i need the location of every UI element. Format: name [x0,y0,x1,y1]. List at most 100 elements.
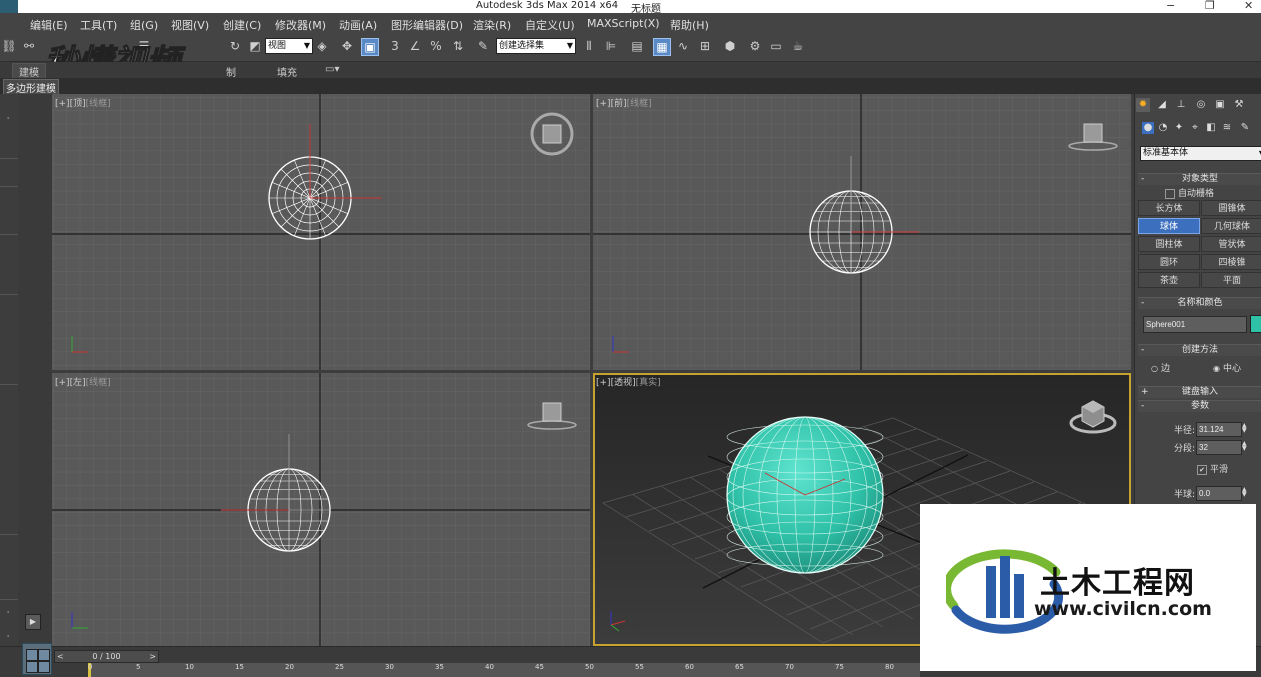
sphere-shaded-perspective[interactable] [726,416,884,574]
autogrid-checkbox[interactable]: 自动栅格 [1165,186,1214,199]
viewport-shading[interactable]: [线框] [86,378,111,388]
ribbon-tab-populate[interactable]: 填充 [277,64,297,79]
teapot-button[interactable]: 茶壶 [1138,272,1200,288]
object-color-swatch[interactable] [1250,315,1261,333]
ribbon-options-icon[interactable]: ▭▾ [325,64,339,75]
edit-named-selection-icon[interactable]: ✎ [475,38,491,54]
menu-create[interactable]: 创建(C) [223,17,261,33]
reference-coord-dropdown[interactable]: 视图 ▼ [265,38,313,54]
box-button[interactable]: 长方体 [1138,200,1200,216]
mirror-icon[interactable]: ⫴ [581,38,597,54]
time-slider[interactable]: < 0 / 100 > [54,650,159,663]
viewport-shading[interactable]: [线框] [86,99,111,109]
viewport-perspective-label[interactable]: [+][透视][真实] [596,375,661,388]
sphere-button[interactable]: 球体 [1138,218,1200,234]
viewport-menu-plus[interactable]: [+] [55,99,70,109]
pivot-center-icon[interactable]: ◈ [314,38,330,54]
app-icon[interactable] [0,0,18,13]
hemisphere-input[interactable] [1196,486,1242,501]
play-icon[interactable]: ▶ [25,614,41,630]
segments-input[interactable] [1196,440,1242,455]
torus-button[interactable]: 圆环 [1138,254,1200,270]
viewport-shading[interactable]: [真实] [636,378,661,388]
menu-customize[interactable]: 自定义(U) [525,17,575,33]
menu-tools[interactable]: 工具(T) [80,17,117,33]
viewport-menu-plus[interactable]: [+] [596,378,611,388]
link-icon[interactable]: ⛓ [1,38,17,54]
percent-snap-icon[interactable]: % [428,38,444,54]
motion-tab-icon[interactable]: ◎ [1194,98,1208,112]
named-selection-dropdown[interactable]: 创建选择集 ▼ [496,38,576,54]
rollout-keyboard-entry[interactable]: + 键盘输入 [1138,386,1261,398]
menu-animation[interactable]: 动画(A) [339,17,377,33]
material-editor-icon[interactable]: ⬢ [722,38,738,54]
menu-help[interactable]: 帮助(H) [670,17,709,33]
systems-icon[interactable]: ✎ [1239,122,1251,134]
angle-snap-icon[interactable]: ∠ [407,38,423,54]
spinner-snap-icon[interactable]: ⇅ [450,38,466,54]
viewport-name[interactable]: [前] [611,99,627,109]
spacewarps-icon[interactable]: ≋ [1221,122,1233,134]
render-teapot-icon[interactable]: ☕ [790,38,806,54]
method-edge-radio[interactable]: ○ 边 [1151,361,1170,374]
ribbon-tab-paint[interactable]: 制 [226,64,236,79]
render-setup-icon[interactable]: ⚙ [747,38,763,54]
modify-tab-icon[interactable]: ◢ [1155,98,1169,112]
helpers-icon[interactable]: ◧ [1205,122,1217,134]
select-manipulate-icon[interactable]: ▣ [361,38,379,56]
viewport-left-label[interactable]: [+][左][线框] [55,375,111,388]
snap-3d-icon[interactable]: 3 [387,38,403,54]
curve-editor-icon[interactable]: ∿ [675,38,691,54]
cone-button[interactable]: 圆锥体 [1201,200,1261,216]
menu-maxscript[interactable]: MAXScript(X) [587,17,660,30]
smooth-checkbox[interactable]: ✔ 平滑 [1197,462,1228,475]
close-button[interactable]: ✕ [1244,0,1253,12]
track-bar[interactable]: 0 5 10 15 20 25 30 35 40 45 50 55 60 65 … [88,663,920,677]
segments-spinner[interactable]: ▲ ▼ [1242,441,1247,452]
unlink-icon[interactable]: ⚯ [21,38,37,54]
rendered-frame-icon[interactable]: ▭ [768,38,784,54]
menu-edit[interactable]: 编辑(E) [30,17,68,33]
method-center-radio[interactable]: ◉ 中心 [1213,361,1241,374]
menu-group[interactable]: 组(G) [130,17,158,33]
viewport-menu-plus[interactable]: [+] [596,99,611,109]
geometry-icon[interactable]: ● [1142,122,1154,134]
schematic-view-icon[interactable]: ⊞ [697,38,713,54]
menu-rendering[interactable]: 渲染(R) [473,17,511,33]
lights-icon[interactable]: ✦ [1173,122,1185,134]
viewport-front-label[interactable]: [+][前][线框] [596,96,652,109]
rollout-object-type[interactable]: - 对象类型 [1138,173,1261,185]
prev-frame-icon[interactable]: < [57,651,64,662]
plane-button[interactable]: 平面 [1201,272,1261,288]
move-icon[interactable]: ✥ [339,38,355,54]
create-tab-icon[interactable]: ✹ [1136,98,1150,112]
viewport-top[interactable]: [+][顶][线框] [52,94,590,370]
menu-modifiers[interactable]: 修改器(M) [275,17,326,33]
primitive-category-dropdown[interactable]: 标准基本体 ▼ [1140,146,1261,161]
cylinder-button[interactable]: 圆柱体 [1138,236,1200,252]
restore-button[interactable]: ❐ [1205,0,1215,12]
utilities-tab-icon[interactable]: ⚒ [1232,98,1246,112]
viewport-name[interactable]: [透视] [611,378,636,388]
hierarchy-tab-icon[interactable]: ⊥ [1174,98,1188,112]
viewport-name[interactable]: [左] [70,378,86,388]
radius-spinner[interactable]: ▲ ▼ [1242,423,1247,434]
hemisphere-spinner[interactable]: ▲ ▼ [1242,487,1247,498]
align-icon[interactable]: ⊫ [603,38,619,54]
cameras-icon[interactable]: ⌖ [1189,122,1201,134]
viewport-layout-icon[interactable] [22,643,52,675]
scale-icon[interactable]: ◩ [247,38,263,54]
viewport-menu-plus[interactable]: [+] [55,378,70,388]
object-name-input[interactable] [1143,316,1247,333]
rollout-parameters[interactable]: - 参数 [1138,400,1261,412]
shapes-icon[interactable]: ◔ [1157,122,1169,134]
minimize-button[interactable]: − [1166,0,1175,12]
menu-views[interactable]: 视图(V) [171,17,209,33]
rollout-creation-method[interactable]: - 创建方法 [1138,344,1261,356]
display-tab-icon[interactable]: ▣ [1213,98,1227,112]
viewport-shading[interactable]: [线框] [627,99,652,109]
layer-manager-icon[interactable]: ▤ [629,38,645,54]
viewport-name[interactable]: [顶] [70,99,86,109]
tube-button[interactable]: 管状体 [1201,236,1261,252]
pyramid-button[interactable]: 四棱锥 [1201,254,1261,270]
